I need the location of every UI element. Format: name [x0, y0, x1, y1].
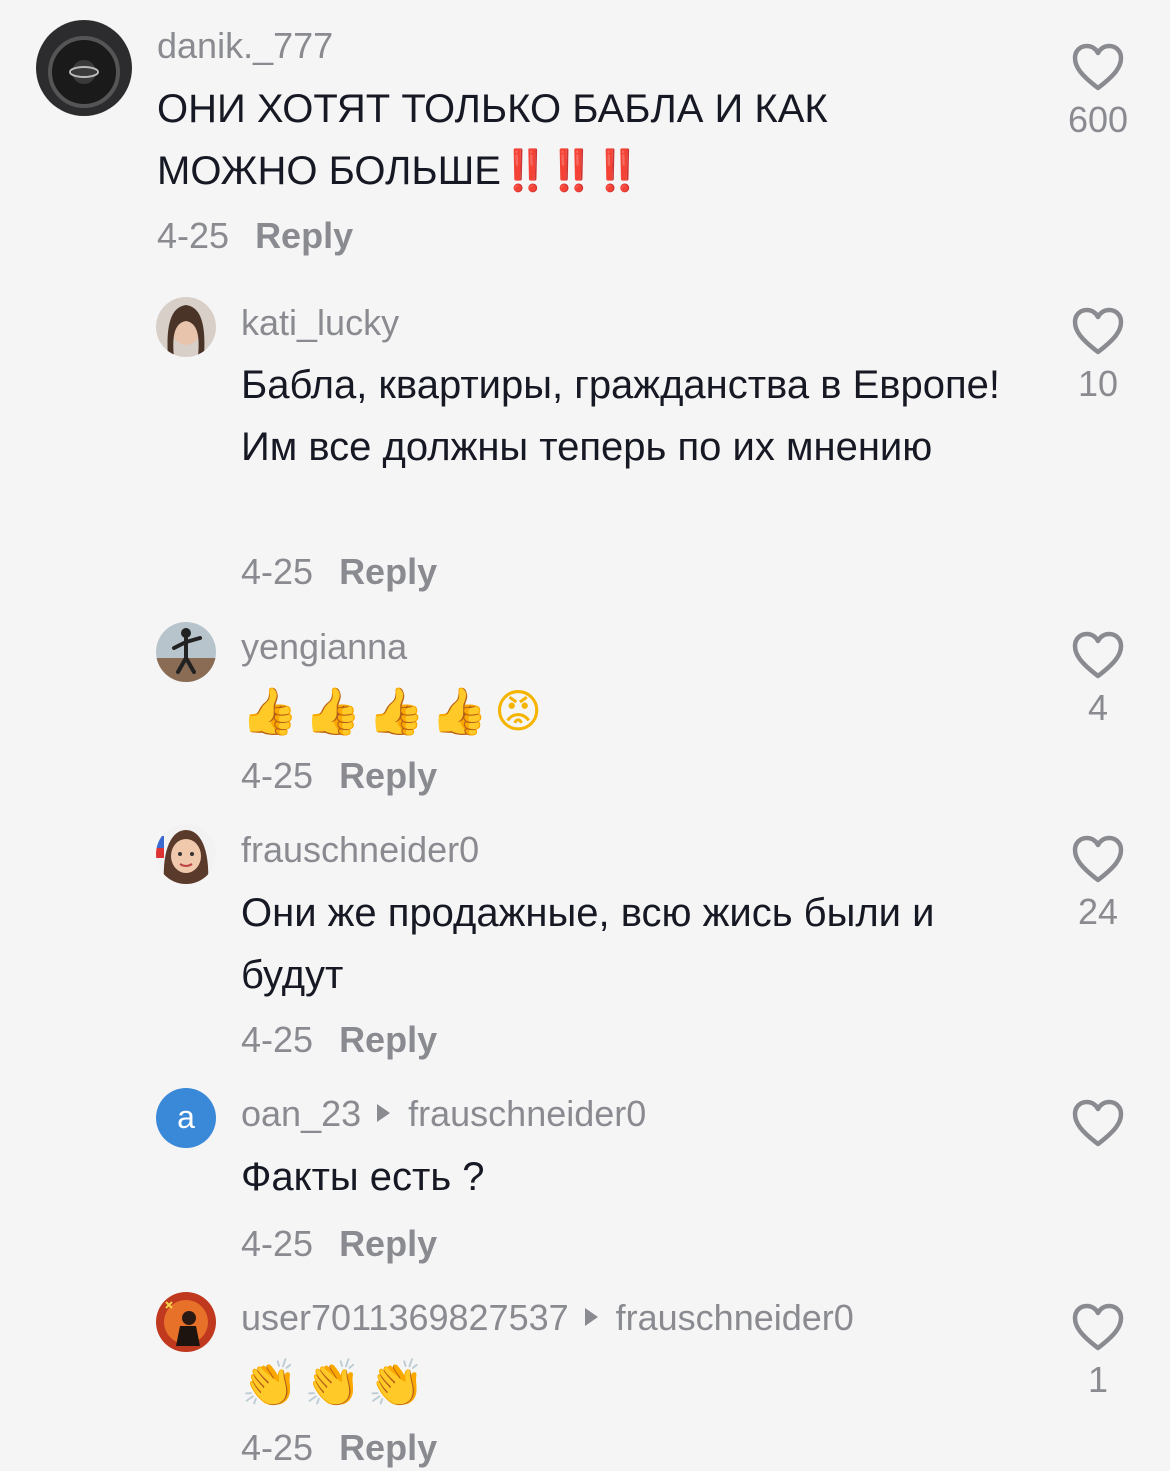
username-reply-to: user7011369827537 frauschneider0: [241, 1298, 854, 1338]
avatar[interactable]: [36, 20, 132, 116]
comment-meta: 4-25 Reply: [241, 756, 437, 796]
avatar[interactable]: [156, 1292, 216, 1352]
like-count: 1: [1087, 1359, 1109, 1400]
comment-text: Они же продажные, всю жись были и будут: [241, 891, 935, 997]
username[interactable]: danik._777: [157, 26, 333, 66]
avatar[interactable]: a: [156, 1088, 216, 1148]
like-button[interactable]: 10: [1058, 306, 1138, 404]
like-button[interactable]: 1: [1058, 1302, 1138, 1400]
username[interactable]: user7011369827537: [241, 1297, 569, 1338]
comment-date: 4-25: [157, 215, 230, 256]
username[interactable]: oan_23: [241, 1093, 361, 1134]
comment-date: 4-25: [241, 755, 314, 796]
reply-button[interactable]: Reply: [339, 755, 437, 796]
heart-outline-icon: [1072, 631, 1124, 679]
reply-arrow-icon: [584, 1308, 598, 1327]
comment-date: 4-25: [241, 551, 314, 592]
reply-to-username[interactable]: frauschneider0: [408, 1093, 646, 1134]
comment-date: 4-25: [241, 1019, 314, 1060]
heart-outline-icon: [1072, 43, 1124, 91]
heart-outline-icon: [1072, 307, 1124, 355]
like-button[interactable]: 24: [1058, 834, 1138, 932]
comment-meta: 4-25 Reply: [157, 216, 353, 256]
like-button[interactable]: 600: [1058, 42, 1138, 140]
comment-date: 4-25: [241, 1427, 314, 1468]
comment-text: 👍👍👍👍😡: [241, 684, 549, 738]
heart-outline-icon: [1072, 835, 1124, 883]
avatar-letter: a: [177, 1099, 195, 1135]
comment-text: ОНИ ХОТЯТ ТОЛЬКО БАБЛА И КАК МОЖНО БОЛЬШ…: [157, 78, 917, 202]
comment-meta: 4-25 Reply: [241, 552, 437, 592]
like-count: 10: [1077, 363, 1119, 404]
reply-button[interactable]: Reply: [339, 1019, 437, 1060]
comment-meta: 4-25 Reply: [241, 1428, 437, 1468]
reply-button[interactable]: Reply: [339, 1223, 437, 1264]
like-button[interactable]: 4: [1058, 630, 1138, 728]
avatar[interactable]: [156, 622, 216, 682]
comment-text: Бабла, квартиры, гражданства в Европе! И…: [241, 363, 1001, 469]
like-button[interactable]: [1058, 1098, 1138, 1156]
username[interactable]: kati_lucky: [241, 303, 399, 343]
reply-button[interactable]: Reply: [255, 215, 353, 256]
comment-text: Факты есть ?: [241, 1155, 485, 1199]
comment-text-body: ОНИ ХОТЯТ ТОЛЬКО БАБЛА И КАК МОЖНО БОЛЬШ…: [157, 87, 828, 193]
comment-meta: 4-25 Reply: [241, 1224, 437, 1264]
avatar[interactable]: [156, 824, 216, 884]
reply-button[interactable]: Reply: [339, 551, 437, 592]
avatar[interactable]: [156, 297, 216, 357]
comment-text: 👏👏👏: [241, 1356, 431, 1410]
reply-arrow-icon: [377, 1104, 391, 1123]
like-count: 4: [1087, 687, 1109, 728]
comment-date: 4-25: [241, 1223, 314, 1264]
like-count: 600: [1067, 99, 1129, 140]
username[interactable]: frauschneider0: [241, 830, 479, 870]
heart-outline-icon: [1072, 1099, 1124, 1147]
like-count: 24: [1077, 891, 1119, 932]
username-reply-to: oan_23 frauschneider0: [241, 1094, 646, 1134]
reply-button[interactable]: Reply: [339, 1427, 437, 1468]
comment-meta: 4-25 Reply: [241, 1020, 437, 1060]
double-exclamation-icon: ‼️‼️‼️: [500, 149, 642, 193]
reply-to-username[interactable]: frauschneider0: [616, 1297, 854, 1338]
username[interactable]: yengianna: [241, 627, 407, 667]
heart-outline-icon: [1072, 1303, 1124, 1351]
